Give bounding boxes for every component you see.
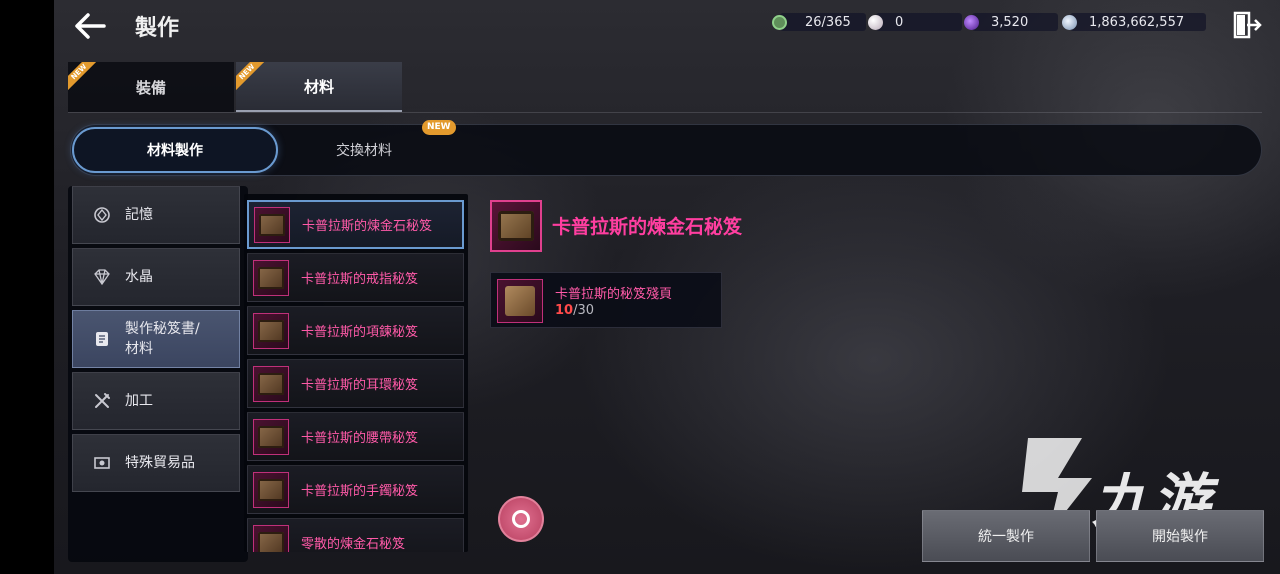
exit-button[interactable]	[1232, 10, 1262, 40]
menu-dot-icon	[512, 510, 530, 528]
recipe-book-icon	[253, 471, 289, 508]
recipe-item[interactable]: 零散的煉金石秘笈	[247, 518, 464, 552]
tab-materials[interactable]: NEW 材料	[236, 62, 402, 112]
recipe-name: 卡普拉斯的項鍊秘笈	[301, 325, 419, 340]
category-label: 水晶	[125, 269, 153, 285]
selected-recipe-title: 卡普拉斯的煉金石秘笈	[552, 216, 743, 238]
silver-coin-icon	[1062, 14, 1077, 30]
memory-icon	[93, 206, 111, 224]
category-processing[interactable]: 加工	[72, 372, 240, 430]
required-material[interactable]: 卡普拉斯的秘笈殘頁 10/30	[490, 272, 722, 328]
back-button[interactable]	[70, 8, 110, 44]
category-label: 製作秘笈書/ 材料	[125, 319, 200, 359]
scroll-icon	[93, 330, 111, 348]
recipe-item[interactable]: 卡普拉斯的煉金石秘笈	[247, 200, 464, 249]
start-craft-button[interactable]: 開始製作	[1096, 510, 1264, 562]
subtab-material-crafting[interactable]: 材料製作	[72, 127, 278, 173]
category-label: 加工	[125, 393, 153, 409]
category-label-line2: 材料	[125, 341, 153, 357]
category-special-trade[interactable]: 特殊貿易品	[72, 434, 240, 492]
recipe-item[interactable]: 卡普拉斯的戒指秘笈	[247, 253, 464, 302]
new-ribbon: NEW	[68, 62, 96, 90]
material-count: 10/30	[555, 303, 594, 318]
left-letterbox	[0, 0, 54, 574]
recipe-item[interactable]: 卡普拉斯的腰帶秘笈	[247, 412, 464, 461]
recipe-book-icon	[254, 206, 290, 243]
category-label: 記憶	[125, 207, 153, 223]
currency-value: 3,520	[991, 14, 1029, 30]
currency-stamina: 26/365	[772, 12, 866, 32]
recipe-name: 零散的煉金石秘笈	[301, 537, 406, 552]
recipe-name: 卡普拉斯的戒指秘笈	[301, 272, 419, 287]
currency-value: 26/365	[805, 14, 851, 30]
recipe-book-icon	[253, 418, 289, 455]
tab-label: 材料	[303, 77, 334, 96]
floating-menu-button[interactable]	[498, 496, 544, 542]
exit-door-icon	[1233, 11, 1262, 39]
tab-divider	[68, 112, 1262, 113]
page-title: 製作	[135, 16, 180, 41]
recipe-item[interactable]: 卡普拉斯的耳環秘笈	[247, 359, 464, 408]
recipe-name: 卡普拉斯的腰帶秘笈	[301, 431, 419, 446]
new-ribbon: NEW	[236, 62, 264, 90]
recipe-name: 卡普拉斯的耳環秘笈	[301, 378, 419, 393]
category-recipe-books[interactable]: 製作秘笈書/ 材料	[72, 310, 240, 368]
material-owned: 10	[555, 303, 574, 318]
category-list: 記憶 水晶 製作秘笈書/ 材料 加工 特殊貿易品	[68, 186, 248, 562]
tab-equipment[interactable]: NEW 裝備	[68, 62, 234, 112]
stamina-icon	[772, 14, 787, 30]
recipe-list[interactable]: 卡普拉斯的煉金石秘笈 卡普拉斯的戒指秘笈 卡普拉斯的項鍊秘笈 卡普拉斯的耳環秘笈…	[244, 194, 468, 552]
recipe-item[interactable]: 卡普拉斯的手鐲秘笈	[247, 465, 464, 514]
currency-value: 0	[895, 14, 904, 30]
batch-craft-button[interactable]: 統一製作	[922, 510, 1090, 562]
currency-pearl: 0	[868, 12, 962, 32]
new-badge: NEW	[422, 120, 456, 135]
pearl-icon	[868, 14, 883, 30]
material-name: 卡普拉斯的秘笈殘頁	[555, 287, 673, 302]
recipe-book-icon	[253, 365, 289, 402]
back-arrow-icon	[75, 13, 106, 39]
currency-value: 1,863,662,557	[1089, 14, 1185, 30]
recipe-name: 卡普拉斯的煉金石秘笈	[302, 219, 433, 234]
recipe-name: 卡普拉斯的手鐲秘笈	[301, 484, 419, 499]
recipe-book-icon	[253, 312, 289, 349]
crystal-icon	[93, 268, 111, 286]
purple-gem-icon	[964, 14, 979, 30]
tools-icon	[93, 392, 111, 410]
category-memory[interactable]: 記憶	[72, 186, 240, 244]
recipe-book-icon	[253, 259, 289, 296]
subtab-label: 交換材料	[336, 143, 392, 159]
category-label-line1: 製作秘笈書/	[125, 321, 200, 337]
subtab-label: 材料製作	[147, 143, 203, 159]
trade-goods-icon	[93, 454, 111, 472]
category-label: 特殊貿易品	[125, 455, 195, 471]
recipe-book-icon	[253, 524, 289, 552]
currency-purple-gem: 3,520	[964, 12, 1058, 32]
torn-page-icon	[497, 279, 543, 323]
recipe-item[interactable]: 卡普拉斯的項鍊秘笈	[247, 306, 464, 355]
currency-silver: 1,863,662,557	[1062, 12, 1206, 32]
material-required: 30	[577, 303, 595, 318]
category-crystal[interactable]: 水晶	[72, 248, 240, 306]
selected-recipe-book-icon	[490, 200, 542, 252]
subtab-bar: 材料製作 交換材料	[70, 124, 1262, 176]
tab-label: 裝備	[135, 78, 166, 97]
